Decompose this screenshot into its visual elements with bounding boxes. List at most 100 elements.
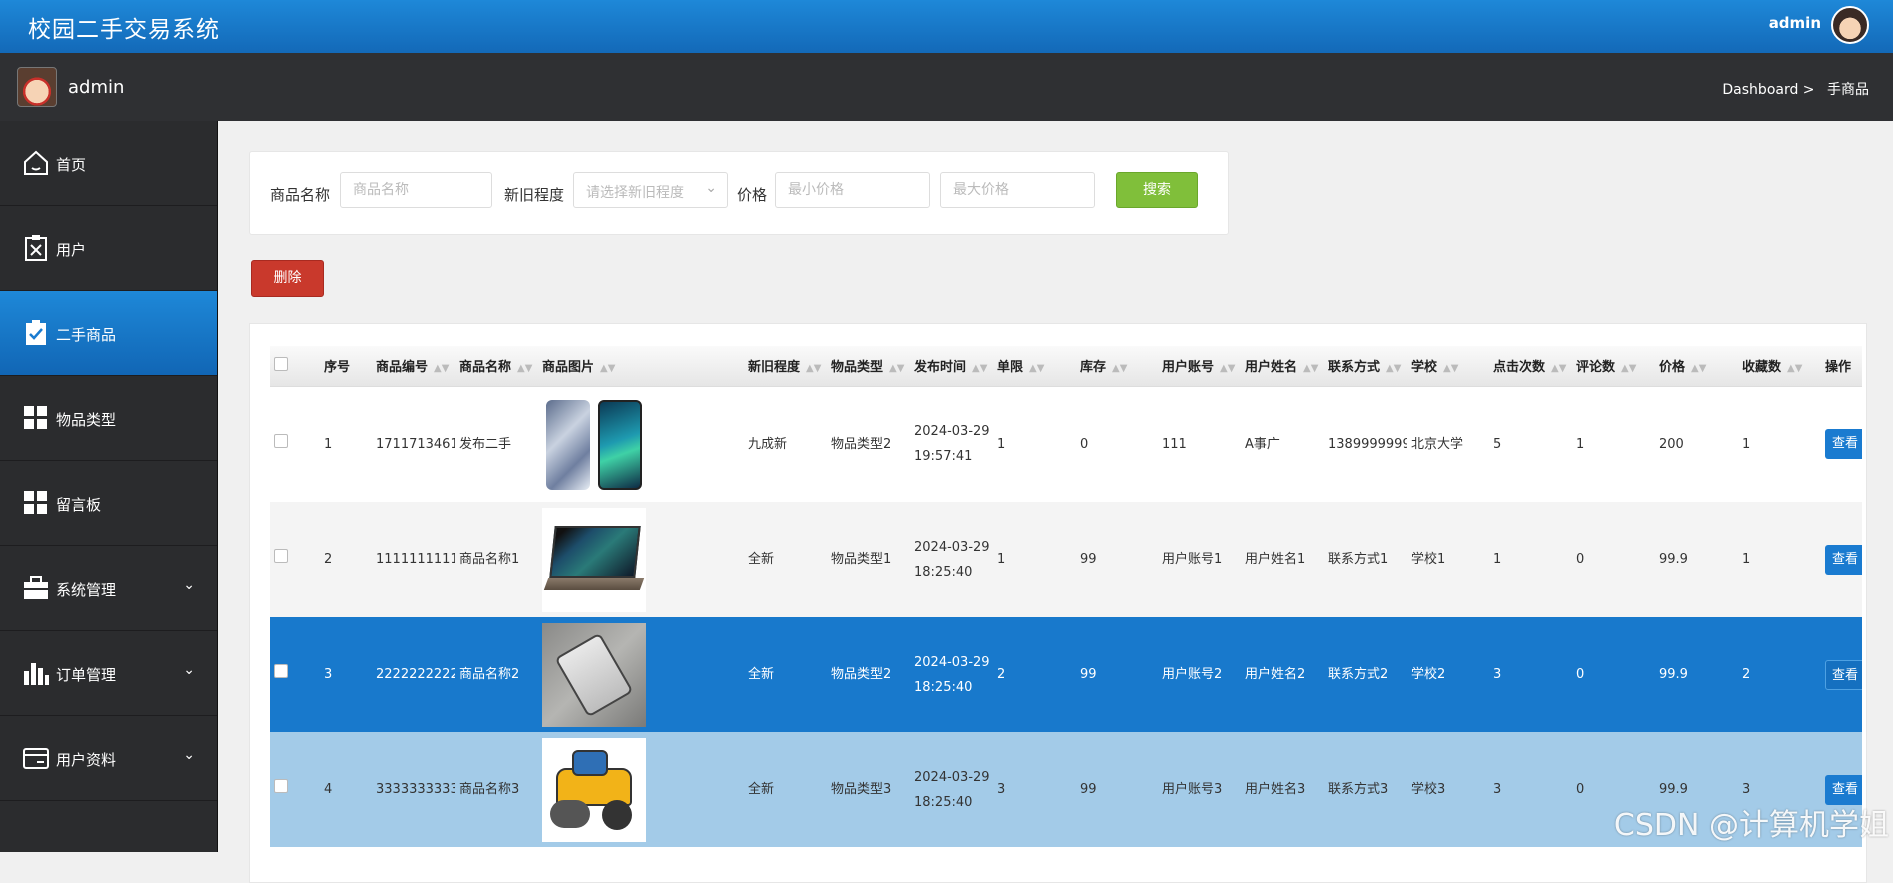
sidebar-item-label: 用户资料 (56, 749, 116, 770)
column-header[interactable]: 学校▲▼ (1407, 346, 1489, 386)
column-header[interactable]: 收藏数▲▼ (1738, 346, 1821, 386)
column-header[interactable]: 商品名称▲▼ (455, 346, 538, 386)
column-header[interactable]: 点击次数▲▼ (1489, 346, 1572, 386)
phone-back-image (546, 400, 590, 490)
cell-username: 用户姓名1 (1241, 502, 1324, 617)
sort-icon: ▲▼ (1112, 363, 1127, 374)
sidebar-item-goods[interactable]: 二手商品 (0, 291, 217, 376)
cell-stock: 99 (1076, 617, 1158, 732)
breadcrumb: Dashboard > 手商品 (1714, 79, 1869, 99)
cell-type: 物品类型2 (827, 617, 910, 732)
table-row[interactable]: 1 1711713461141 发布二手 九成新 物品类型2 2024-03-2… (270, 386, 1862, 502)
chevron-down-icon: ⌄ (183, 662, 195, 678)
cell-type: 物品类型3 (827, 732, 910, 847)
phone-case-image (554, 632, 633, 717)
table-row[interactable]: 2 1111111111 商品名称1 全新 物品类型1 2024-03-29 1… (270, 502, 1862, 617)
cell-name: 发布二手 (455, 386, 538, 502)
max-price-input[interactable] (940, 172, 1095, 208)
cell-no: 1 (320, 386, 372, 502)
select-all-checkbox[interactable] (274, 357, 288, 371)
cell-clicks: 3 (1489, 732, 1572, 847)
goods-name-label: 商品名称 (270, 184, 330, 205)
cell-account: 用户账号2 (1158, 617, 1241, 732)
header-avatar[interactable] (1831, 6, 1869, 44)
min-price-input[interactable] (775, 172, 930, 208)
card-icon (22, 744, 50, 772)
toy-roller-wheel-image (602, 800, 632, 830)
column-header[interactable]: 物品类型▲▼ (827, 346, 910, 386)
search-button[interactable]: 搜索 (1116, 172, 1198, 208)
breadcrumb-current: 手商品 (1827, 82, 1869, 98)
sidebar-item-item-types[interactable]: 物品类型 (0, 376, 217, 461)
goods-image (542, 508, 646, 612)
column-header[interactable]: 联系方式▲▼ (1324, 346, 1407, 386)
row-checkbox[interactable] (274, 549, 288, 563)
condition-label: 新旧程度 (504, 184, 564, 205)
goods-image (542, 392, 646, 496)
sidebar-item-label: 留言板 (56, 494, 101, 515)
row-checkbox[interactable] (274, 779, 288, 793)
column-header[interactable]: 新旧程度▲▼ (744, 346, 827, 386)
cell-favs: 1 (1738, 386, 1821, 502)
cell-school: 北京大学 (1407, 386, 1489, 502)
condition-select[interactable]: 请选择新旧程度 ⌄ (573, 172, 728, 208)
cell-type: 物品类型2 (827, 386, 910, 502)
breadcrumb-dashboard[interactable]: Dashboard > (1722, 82, 1814, 98)
sort-icon: ▲▼ (1551, 363, 1566, 374)
column-header[interactable]: 用户姓名▲▼ (1241, 346, 1324, 386)
sidebar-item-system[interactable]: 系统管理 ⌄ (0, 546, 217, 631)
cell-contact: 联系方式3 (1324, 732, 1407, 847)
app-title: 校园二手交易系统 (28, 10, 220, 44)
row-checkbox[interactable] (274, 434, 288, 448)
grid-icon (22, 404, 50, 432)
table-row[interactable]: 3 2222222222 商品名称2 全新 物品类型2 2024-03-29 1… (270, 617, 1862, 732)
view-button[interactable]: 查看 (1825, 660, 1862, 690)
column-header[interactable]: 单限▲▼ (993, 346, 1076, 386)
sidebar-item-orders[interactable]: 订单管理 ⌄ (0, 631, 217, 716)
sidebar-item-label: 二手商品 (56, 324, 116, 345)
column-header[interactable]: 库存▲▼ (1076, 346, 1158, 386)
cell-condition: 全新 (744, 617, 827, 732)
cell-condition: 全新 (744, 732, 827, 847)
cell-contact: 13899999999 (1324, 386, 1407, 502)
briefcase-icon (22, 574, 50, 602)
chevron-down-icon: ⌄ (705, 180, 717, 196)
cell-code: 1111111111 (372, 502, 455, 617)
sidebar-item-message-board[interactable]: 留言板 (0, 461, 217, 546)
column-header[interactable]: 评论数▲▼ (1572, 346, 1655, 386)
condition-placeholder: 请选择新旧程度 (586, 182, 684, 202)
sort-icon: ▲▼ (434, 363, 449, 374)
sort-icon: ▲▼ (517, 363, 532, 374)
row-checkbox[interactable] (274, 664, 288, 678)
column-header[interactable]: 发布时间▲▼ (910, 346, 993, 386)
select-all-header (270, 346, 320, 386)
sidebar-item-label: 用户 (56, 239, 86, 260)
cell-limit: 2 (993, 617, 1076, 732)
price-label: 价格 (737, 184, 767, 205)
sort-icon: ▲▼ (1787, 363, 1802, 374)
grid-icon (22, 489, 50, 517)
column-header[interactable]: 价格▲▼ (1655, 346, 1738, 386)
column-header: 序号 (320, 346, 372, 386)
goods-name-input[interactable] (340, 172, 492, 208)
cell-time: 2024-03-29 18:25:40 (910, 617, 993, 732)
sidebar-item-profile[interactable]: 用户资料 ⌄ (0, 716, 217, 801)
cell-account: 用户账号1 (1158, 502, 1241, 617)
sidebar-item-home[interactable]: 首页 (0, 121, 217, 206)
phone-front-image (598, 400, 642, 490)
laptop-base-image (544, 578, 644, 590)
header-username[interactable]: admin (1769, 14, 1821, 32)
column-header[interactable]: 商品图片▲▼ (538, 346, 744, 386)
column-header[interactable]: 用户账号▲▼ (1158, 346, 1241, 386)
chevron-down-icon: ⌄ (183, 747, 195, 763)
cell-price: 99.9 (1655, 502, 1738, 617)
column-header[interactable]: 商品编号▲▼ (372, 346, 455, 386)
view-button[interactable]: 查看 (1825, 429, 1862, 459)
cell-time: 2024-03-29 18:25:40 (910, 732, 993, 847)
sort-icon: ▲▼ (1303, 363, 1318, 374)
cell-name: 商品名称2 (455, 617, 538, 732)
cell-no: 2 (320, 502, 372, 617)
delete-button[interactable]: 删除 (251, 260, 324, 297)
sidebar-item-users[interactable]: 用户 (0, 206, 217, 291)
view-button[interactable]: 查看 (1825, 545, 1862, 575)
